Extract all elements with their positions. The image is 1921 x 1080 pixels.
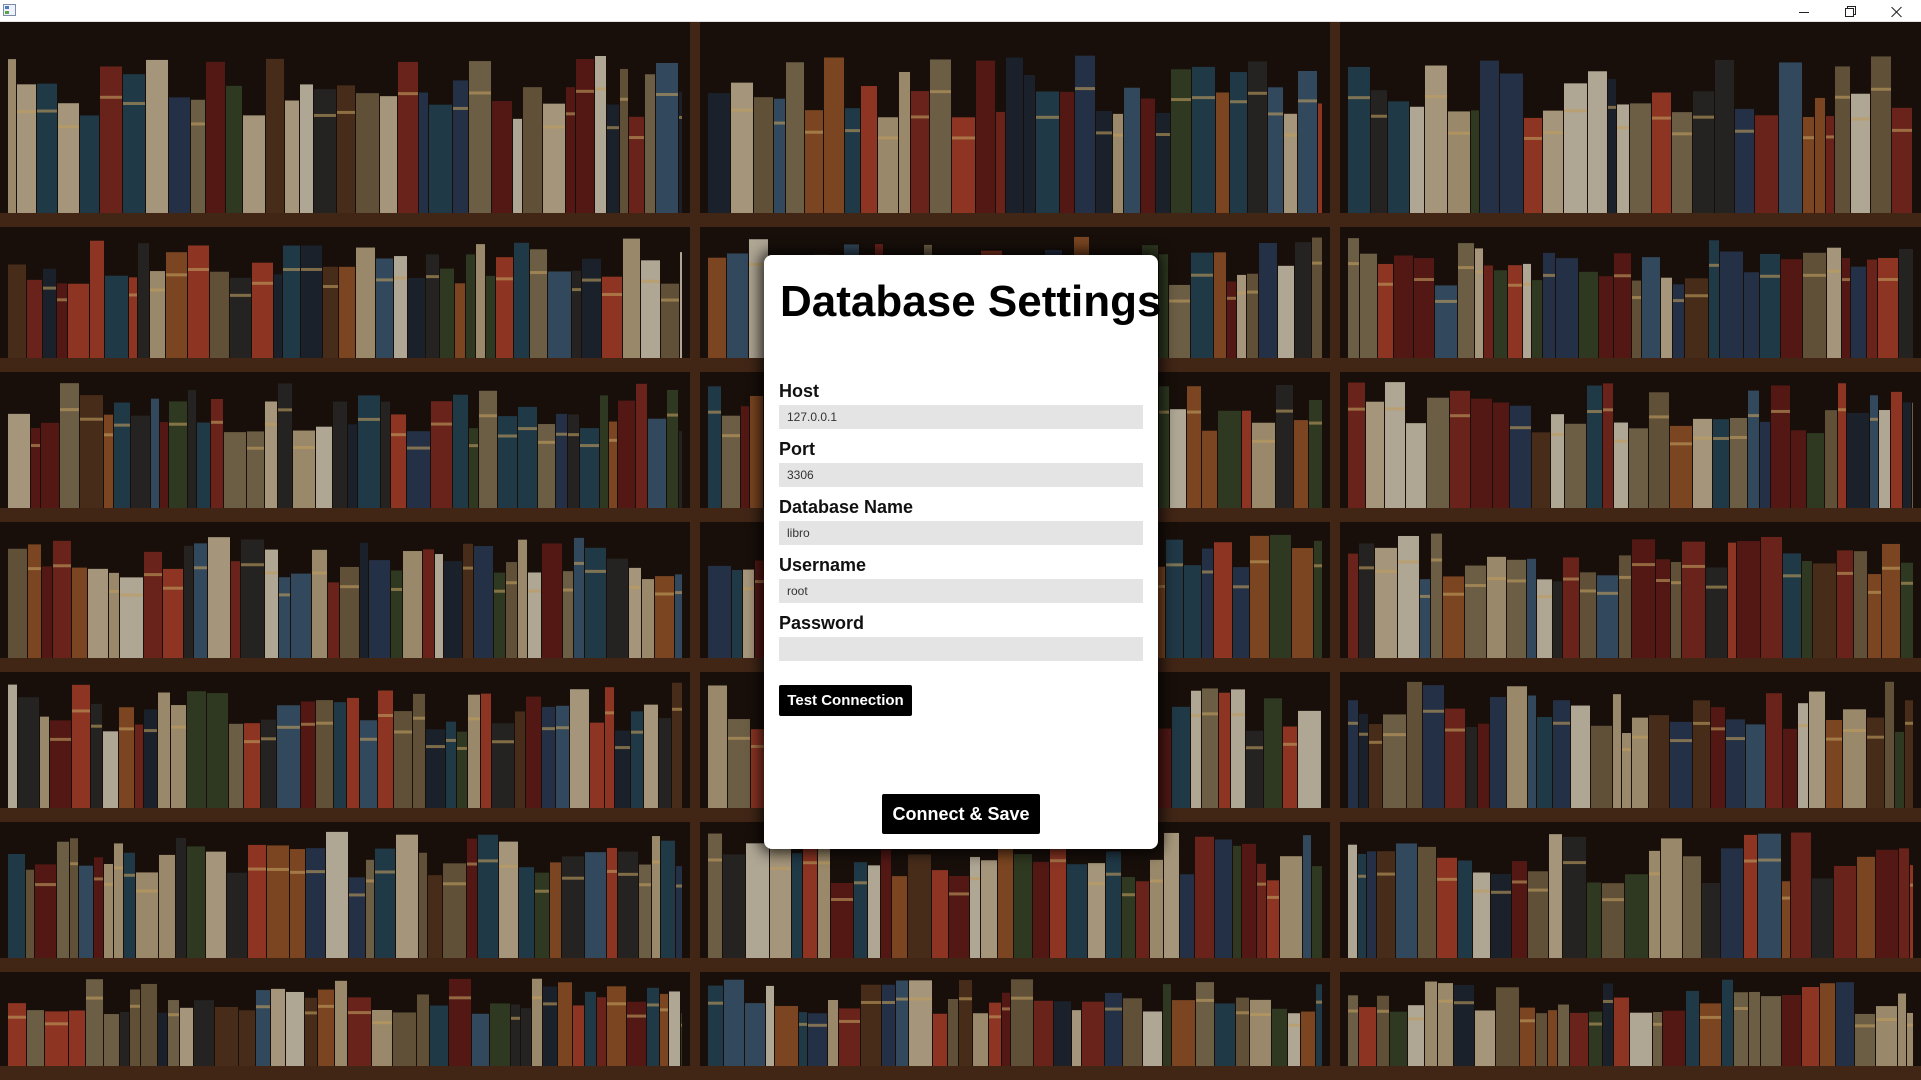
port-label: Port: [779, 439, 815, 459]
connect-save-button[interactable]: Connect & Save: [882, 794, 1040, 834]
database-settings-dialog: Database Settings Host Port Database Nam…: [764, 255, 1162, 849]
username-label: Username: [779, 555, 867, 575]
port-input[interactable]: [779, 463, 1143, 487]
close-icon: [1891, 6, 1902, 17]
minimize-icon: [1799, 11, 1809, 13]
close-button[interactable]: [1873, 0, 1919, 22]
host-label: Host: [779, 381, 819, 401]
restore-icon: [1845, 6, 1856, 17]
password-label: Password: [779, 613, 865, 633]
minimize-button[interactable]: [1781, 0, 1827, 22]
dialog-title: Database Settings: [780, 277, 1162, 326]
window-title-bar: [0, 0, 1921, 22]
maximize-button[interactable]: [1827, 0, 1873, 22]
username-input[interactable]: [779, 579, 1143, 603]
test-connection-button[interactable]: Test Connection: [779, 685, 912, 716]
app-window-icon: [3, 4, 16, 16]
database-name-input[interactable]: [779, 521, 1143, 545]
password-input[interactable]: [779, 637, 1143, 661]
host-input[interactable]: [779, 405, 1143, 429]
database-name-label: Database Name: [779, 497, 914, 517]
